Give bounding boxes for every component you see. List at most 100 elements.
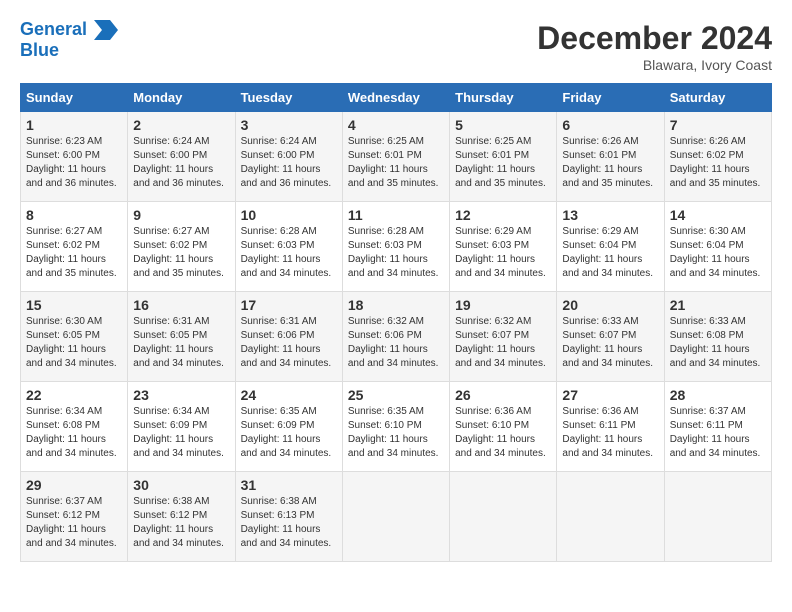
calendar-cell: 8 Sunrise: 6:27 AMSunset: 6:02 PMDayligh… [21, 202, 128, 292]
calendar-week-row: 29 Sunrise: 6:37 AMSunset: 6:12 PMDaylig… [21, 472, 772, 562]
day-number: 29 [26, 477, 122, 493]
calendar-cell: 9 Sunrise: 6:27 AMSunset: 6:02 PMDayligh… [128, 202, 235, 292]
calendar-cell: 15 Sunrise: 6:30 AMSunset: 6:05 PMDaylig… [21, 292, 128, 382]
calendar-cell: 13 Sunrise: 6:29 AMSunset: 6:04 PMDaylig… [557, 202, 664, 292]
calendar-cell: 7 Sunrise: 6:26 AMSunset: 6:02 PMDayligh… [664, 112, 771, 202]
day-number: 13 [562, 207, 658, 223]
day-info: Sunrise: 6:36 AMSunset: 6:10 PMDaylight:… [455, 405, 551, 461]
day-info: Sunrise: 6:24 AMSunset: 6:00 PMDaylight:… [241, 135, 337, 191]
day-number: 24 [241, 387, 337, 403]
calendar-cell [664, 472, 771, 562]
day-number: 7 [670, 117, 766, 133]
calendar-cell [450, 472, 557, 562]
month-title: December 2024 [537, 20, 772, 57]
weekday-header: Friday [557, 84, 664, 112]
day-number: 28 [670, 387, 766, 403]
calendar-week-row: 15 Sunrise: 6:30 AMSunset: 6:05 PMDaylig… [21, 292, 772, 382]
calendar-cell: 27 Sunrise: 6:36 AMSunset: 6:11 PMDaylig… [557, 382, 664, 472]
calendar-cell: 22 Sunrise: 6:34 AMSunset: 6:08 PMDaylig… [21, 382, 128, 472]
calendar-cell [342, 472, 449, 562]
day-info: Sunrise: 6:30 AMSunset: 6:04 PMDaylight:… [670, 225, 766, 281]
calendar-cell: 24 Sunrise: 6:35 AMSunset: 6:09 PMDaylig… [235, 382, 342, 472]
calendar-cell: 18 Sunrise: 6:32 AMSunset: 6:06 PMDaylig… [342, 292, 449, 382]
day-number: 9 [133, 207, 229, 223]
calendar-cell: 1 Sunrise: 6:23 AMSunset: 6:00 PMDayligh… [21, 112, 128, 202]
calendar-cell: 21 Sunrise: 6:33 AMSunset: 6:08 PMDaylig… [664, 292, 771, 382]
day-number: 8 [26, 207, 122, 223]
day-info: Sunrise: 6:34 AMSunset: 6:08 PMDaylight:… [26, 405, 122, 461]
weekday-header: Sunday [21, 84, 128, 112]
day-number: 30 [133, 477, 229, 493]
calendar-cell: 14 Sunrise: 6:30 AMSunset: 6:04 PMDaylig… [664, 202, 771, 292]
calendar-cell: 16 Sunrise: 6:31 AMSunset: 6:05 PMDaylig… [128, 292, 235, 382]
day-info: Sunrise: 6:34 AMSunset: 6:09 PMDaylight:… [133, 405, 229, 461]
calendar-cell: 29 Sunrise: 6:37 AMSunset: 6:12 PMDaylig… [21, 472, 128, 562]
day-info: Sunrise: 6:31 AMSunset: 6:05 PMDaylight:… [133, 315, 229, 371]
weekday-header: Tuesday [235, 84, 342, 112]
day-number: 18 [348, 297, 444, 313]
day-number: 19 [455, 297, 551, 313]
calendar-cell [557, 472, 664, 562]
day-number: 6 [562, 117, 658, 133]
calendar-cell: 12 Sunrise: 6:29 AMSunset: 6:03 PMDaylig… [450, 202, 557, 292]
calendar-cell: 11 Sunrise: 6:28 AMSunset: 6:03 PMDaylig… [342, 202, 449, 292]
day-info: Sunrise: 6:38 AMSunset: 6:12 PMDaylight:… [133, 495, 229, 551]
logo-blue: Blue [20, 40, 118, 61]
day-info: Sunrise: 6:27 AMSunset: 6:02 PMDaylight:… [26, 225, 122, 281]
day-number: 25 [348, 387, 444, 403]
calendar-cell: 5 Sunrise: 6:25 AMSunset: 6:01 PMDayligh… [450, 112, 557, 202]
day-info: Sunrise: 6:32 AMSunset: 6:07 PMDaylight:… [455, 315, 551, 371]
weekday-header-row: SundayMondayTuesdayWednesdayThursdayFrid… [21, 84, 772, 112]
calendar-cell: 2 Sunrise: 6:24 AMSunset: 6:00 PMDayligh… [128, 112, 235, 202]
day-info: Sunrise: 6:26 AMSunset: 6:02 PMDaylight:… [670, 135, 766, 191]
day-number: 14 [670, 207, 766, 223]
day-info: Sunrise: 6:25 AMSunset: 6:01 PMDaylight:… [455, 135, 551, 191]
calendar-cell: 31 Sunrise: 6:38 AMSunset: 6:13 PMDaylig… [235, 472, 342, 562]
location: Blawara, Ivory Coast [537, 57, 772, 73]
day-info: Sunrise: 6:35 AMSunset: 6:10 PMDaylight:… [348, 405, 444, 461]
day-info: Sunrise: 6:29 AMSunset: 6:04 PMDaylight:… [562, 225, 658, 281]
day-info: Sunrise: 6:37 AMSunset: 6:11 PMDaylight:… [670, 405, 766, 461]
page-header: General Blue December 2024 Blawara, Ivor… [20, 20, 772, 73]
calendar-cell: 19 Sunrise: 6:32 AMSunset: 6:07 PMDaylig… [450, 292, 557, 382]
logo-text: General [20, 20, 118, 40]
day-number: 5 [455, 117, 551, 133]
weekday-header: Thursday [450, 84, 557, 112]
calendar-cell: 23 Sunrise: 6:34 AMSunset: 6:09 PMDaylig… [128, 382, 235, 472]
day-info: Sunrise: 6:28 AMSunset: 6:03 PMDaylight:… [241, 225, 337, 281]
day-number: 10 [241, 207, 337, 223]
day-number: 17 [241, 297, 337, 313]
day-number: 16 [133, 297, 229, 313]
day-number: 31 [241, 477, 337, 493]
day-info: Sunrise: 6:36 AMSunset: 6:11 PMDaylight:… [562, 405, 658, 461]
day-info: Sunrise: 6:23 AMSunset: 6:00 PMDaylight:… [26, 135, 122, 191]
day-info: Sunrise: 6:27 AMSunset: 6:02 PMDaylight:… [133, 225, 229, 281]
day-number: 23 [133, 387, 229, 403]
calendar-cell: 26 Sunrise: 6:36 AMSunset: 6:10 PMDaylig… [450, 382, 557, 472]
day-number: 11 [348, 207, 444, 223]
calendar-cell: 6 Sunrise: 6:26 AMSunset: 6:01 PMDayligh… [557, 112, 664, 202]
day-info: Sunrise: 6:24 AMSunset: 6:00 PMDaylight:… [133, 135, 229, 191]
calendar-cell: 30 Sunrise: 6:38 AMSunset: 6:12 PMDaylig… [128, 472, 235, 562]
day-info: Sunrise: 6:26 AMSunset: 6:01 PMDaylight:… [562, 135, 658, 191]
day-info: Sunrise: 6:25 AMSunset: 6:01 PMDaylight:… [348, 135, 444, 191]
calendar-week-row: 22 Sunrise: 6:34 AMSunset: 6:08 PMDaylig… [21, 382, 772, 472]
calendar-cell: 28 Sunrise: 6:37 AMSunset: 6:11 PMDaylig… [664, 382, 771, 472]
day-number: 1 [26, 117, 122, 133]
day-number: 20 [562, 297, 658, 313]
calendar-cell: 20 Sunrise: 6:33 AMSunset: 6:07 PMDaylig… [557, 292, 664, 382]
weekday-header: Saturday [664, 84, 771, 112]
calendar-cell: 3 Sunrise: 6:24 AMSunset: 6:00 PMDayligh… [235, 112, 342, 202]
calendar-cell: 17 Sunrise: 6:31 AMSunset: 6:06 PMDaylig… [235, 292, 342, 382]
day-number: 26 [455, 387, 551, 403]
title-block: December 2024 Blawara, Ivory Coast [537, 20, 772, 73]
day-info: Sunrise: 6:38 AMSunset: 6:13 PMDaylight:… [241, 495, 337, 551]
weekday-header: Wednesday [342, 84, 449, 112]
calendar-cell: 25 Sunrise: 6:35 AMSunset: 6:10 PMDaylig… [342, 382, 449, 472]
day-number: 21 [670, 297, 766, 313]
calendar-cell: 10 Sunrise: 6:28 AMSunset: 6:03 PMDaylig… [235, 202, 342, 292]
day-number: 27 [562, 387, 658, 403]
day-info: Sunrise: 6:30 AMSunset: 6:05 PMDaylight:… [26, 315, 122, 371]
day-info: Sunrise: 6:33 AMSunset: 6:08 PMDaylight:… [670, 315, 766, 371]
calendar-table: SundayMondayTuesdayWednesdayThursdayFrid… [20, 83, 772, 562]
